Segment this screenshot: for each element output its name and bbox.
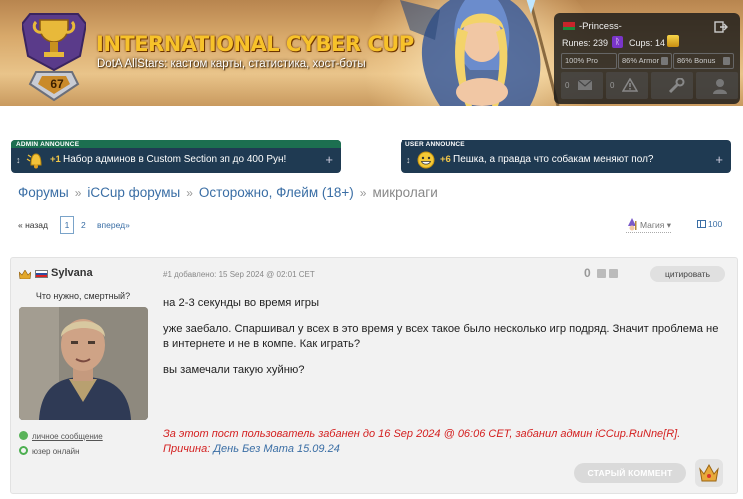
armor-icon <box>661 57 668 65</box>
thumbs-down-icon[interactable] <box>609 269 618 278</box>
post-paragraph: уже заебало. Спаршивал у всех в это врем… <box>163 322 719 351</box>
admin-announce-votes: +1 <box>50 154 61 165</box>
messages-count: 0 <box>565 81 570 90</box>
stat-pro[interactable]: 100% Pro <box>561 53 617 69</box>
user-announce-tag: USER ANNOUNCE <box>402 140 468 148</box>
user-announce-plus-button[interactable]: + <box>715 152 723 167</box>
pagination-forward-link[interactable]: вперед» <box>97 220 130 230</box>
online-dot-icon <box>19 446 28 455</box>
profile-button[interactable] <box>696 72 738 99</box>
country-flag-icon <box>563 22 575 30</box>
private-message-label: личное сообщение <box>32 432 103 441</box>
wizard-icon <box>628 218 637 231</box>
user-icon <box>713 79 727 94</box>
logout-icon[interactable] <box>714 21 728 33</box>
crown-icon <box>699 463 719 482</box>
per-page-toggle[interactable]: 100 <box>697 219 722 229</box>
breadcrumb-forums[interactable]: Форумы <box>18 185 69 200</box>
author-flag-icon <box>35 270 48 278</box>
grid-icon <box>697 220 706 228</box>
thumbs-up-icon[interactable] <box>597 269 606 278</box>
envelope-icon <box>577 79 593 90</box>
ban-notice-text: За этот пост пользователь забанен до 16 … <box>163 428 681 440</box>
cup-icon <box>667 35 679 47</box>
post-paragraph: на 2-3 секунды во время игры <box>163 297 320 309</box>
trophy-level: 67 <box>50 77 64 91</box>
private-message-link[interactable]: личное сообщение <box>19 431 103 441</box>
pagination-page-link[interactable]: 2 <box>81 220 86 230</box>
author-status: Что нужно, смертный? <box>35 291 131 301</box>
chat-icon <box>19 431 28 440</box>
site-banner: 67 INTERNATIONAL CYBER CUP DotA AllStars… <box>0 0 743 106</box>
breadcrumb-separator: » <box>74 186 82 200</box>
messages-button[interactable]: 0 <box>561 72 603 99</box>
admin-announce: ADMIN ANNOUNCE ↕ +1 Набор админов в Cust… <box>11 140 341 173</box>
banner-subtitle: DotA AllStars: кастом карты, статистика,… <box>97 58 366 70</box>
avatar[interactable] <box>19 307 148 420</box>
user-announce: USER ANNOUNCE ↕ +6 Пешка, а правда что с… <box>401 140 731 173</box>
breadcrumb-current-topic: микролаги <box>372 185 438 200</box>
admin-announce-plus-button[interactable]: + <box>325 152 333 167</box>
warning-icon <box>622 78 638 92</box>
tools-button[interactable] <box>651 72 693 99</box>
pagination-page-current[interactable]: 1 <box>60 216 74 234</box>
breadcrumb-separator: » <box>186 186 193 200</box>
cups-count[interactable]: Cups: 14 <box>629 38 665 48</box>
breadcrumb: Форумы » iCCup форумы » Осторожно, Флейм (18… <box>18 185 438 200</box>
bell-icon <box>26 153 42 169</box>
crown-button[interactable] <box>695 459 723 487</box>
post-paragraph: вы замечали такую хуйню? <box>163 363 305 376</box>
post-meta[interactable]: #1 добавлено: 15 Sep 2024 @ 02:01 CET <box>163 270 315 279</box>
magic-label: Магия ▾ <box>640 220 671 230</box>
admin-announce-text[interactable]: Набор админов в Custom Section зп до 400… <box>63 154 286 165</box>
runes-count[interactable]: Runes: 239 <box>562 38 608 48</box>
ban-reason-label: Причина: <box>163 443 211 455</box>
smiley-icon <box>417 151 435 169</box>
quote-button[interactable]: цитировать <box>650 266 725 282</box>
per-page-label: 100 <box>708 219 723 229</box>
user-announce-text[interactable]: Пешка, а правда что собакам меняют пол? <box>453 154 653 165</box>
alerts-count: 0 <box>610 81 615 90</box>
sort-arrows-icon[interactable]: ↕ <box>406 155 411 165</box>
forum-post: Sylvana Что нужно, смертный? личное сооб… <box>10 257 738 494</box>
username[interactable]: -Princess- <box>579 21 622 32</box>
stat-armor[interactable]: 86% Armor <box>618 53 672 69</box>
magic-dropdown[interactable]: Магия ▾ <box>626 218 671 233</box>
rune-icon: ᚱ <box>612 36 623 48</box>
breadcrumb-iccup-forums[interactable]: iCCup форумы <box>87 185 180 200</box>
wrench-icon <box>668 78 685 94</box>
user-panel: -Princess- Runes: 239 ᚱ Cups: 14 100% Pr… <box>554 13 740 104</box>
bonus-icon <box>723 57 730 65</box>
admin-announce-tag: ADMIN ANNOUNCE <box>11 140 341 148</box>
breadcrumb-flame-section[interactable]: Осторожно, Флейм (18+) <box>199 185 354 200</box>
post-author-sidebar: Sylvana Что нужно, смертный? личное сооб… <box>11 258 159 493</box>
post-score: 0 <box>584 266 591 280</box>
ban-notice: За этот пост пользователь забанен до 16 … <box>163 427 680 457</box>
online-label: юзер онлайн <box>32 447 80 456</box>
pagination-back-link[interactable]: « назад <box>18 220 48 230</box>
user-announce-votes: +6 <box>440 154 451 165</box>
ban-reason-link[interactable]: День Без Мата 15.09.24 <box>213 443 340 455</box>
alerts-button[interactable]: 0 <box>606 72 648 99</box>
avatar-portrait <box>19 307 148 420</box>
stat-bonus[interactable]: 86% Bonus <box>673 53 734 69</box>
post-author-name[interactable]: Sylvana <box>51 267 93 279</box>
banner-title[interactable]: INTERNATIONAL CYBER CUP <box>96 32 414 56</box>
breadcrumb-separator: » <box>359 186 367 200</box>
old-comment-button[interactable]: СТАРЫЙ КОММЕНТ <box>574 463 686 483</box>
sort-arrows-icon[interactable]: ↕ <box>16 155 21 165</box>
online-status: юзер онлайн <box>19 446 80 456</box>
crown-icon <box>19 270 31 279</box>
hero-artwork <box>400 0 560 106</box>
post-body: на 2-3 секунды во время игры уже заебало… <box>163 296 723 388</box>
